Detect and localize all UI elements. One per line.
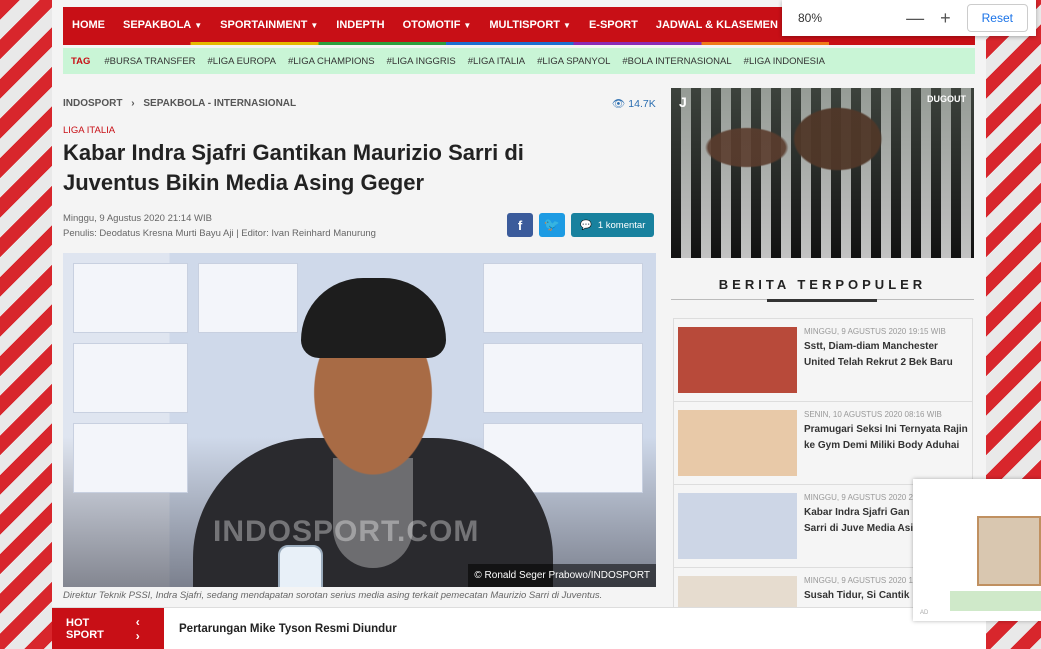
eye-icon: 👁 (612, 98, 626, 110)
twitter-share-button[interactable]: 🐦 (539, 213, 565, 237)
browser-zoom-popup: 80% — + Reset (782, 0, 1036, 36)
zoom-in-button[interactable]: + (940, 8, 951, 29)
popular-news-headline: Pramugari Seksi Ini Ternyata Rajin ke Gy… (804, 424, 968, 451)
article-meta: Minggu, 9 Agustus 2020 21:14 WIB Penulis… (63, 211, 376, 241)
view-count: 👁 14.7K (612, 97, 656, 110)
article-authors: Penulis: Deodatus Kresna Murti Bayu Aji … (63, 228, 376, 239)
tag-link[interactable]: #BURSA TRANSFER (104, 56, 195, 67)
chevron-down-icon: ▼ (563, 20, 571, 30)
sponsor-board (483, 263, 643, 333)
twitter-icon: 🐦 (543, 217, 561, 232)
left-background-pattern (0, 0, 52, 649)
popular-news-date: SENIN, 10 AGUSTUS 2020 08:16 WIB (804, 410, 942, 419)
breadcrumb-section[interactable]: SEPAKBOLA - INTERNASIONAL (143, 98, 296, 109)
popular-news-thumbnail (678, 410, 797, 476)
tag-link[interactable]: #LIGA EUROPA (208, 56, 276, 67)
ad-banner (950, 591, 1041, 611)
photo-caption: Direktur Teknik PSSI, Indra Sjafri, seda… (63, 590, 603, 601)
tag-link[interactable]: #LIGA INDONESIA (744, 56, 825, 67)
hot-sport-label: HOT SPORT ‹ › (52, 608, 164, 649)
zoom-out-button[interactable]: — (906, 8, 924, 29)
nav-item-sepakbola[interactable]: SEPAKBOLA ▼ (123, 19, 202, 31)
nav-item-label: OTOMOTIF (402, 18, 461, 31)
page-wrapper: HOME SEPAKBOLA ▼ SPORTAINMENT ▼ INDEPTH OTOMOT… (52, 0, 986, 649)
zoom-level: 80% (798, 11, 823, 25)
sponsor-board (483, 343, 643, 413)
share-buttons: f 🐦 💬 1 komentar (507, 213, 655, 237)
photo-credit: © Ronald Seger Prabowo/INDOSPORT (468, 564, 656, 587)
hot-sport-bar: HOT SPORT ‹ › Pertarungan Mike Tyson Res… (52, 607, 986, 649)
popular-news-item[interactable]: SENIN, 10 AGUSTUS 2020 08:16 WIB Pramugar… (673, 401, 973, 484)
floating-ad[interactable]: AD (913, 479, 1041, 621)
sponsor-board (73, 263, 188, 333)
popular-news-date: MINGGU, 9 AGUSTUS 2020 19:15 WIB (804, 327, 946, 336)
popular-news-date: MINGGU, 9 AGUSTUS 2020 19 (804, 576, 918, 585)
nav-item-indepth[interactable]: INDEPTH (336, 19, 384, 31)
popular-news-headline: Susah Tidur, Si Cantik (804, 590, 910, 601)
nav-item-home[interactable]: HOME (72, 19, 105, 31)
nav-item-label: INDEPTH (336, 18, 385, 31)
tag-label: TAG (71, 55, 91, 67)
article-title: Kabar Indra Sjafri Gantikan Maurizio Sar… (63, 140, 524, 195)
nav-item-label: JADWAL & KLASEMEN (655, 18, 778, 31)
breadcrumb-separator: › (131, 98, 135, 109)
ad-tag: AD (920, 610, 929, 616)
water-bottle (278, 545, 323, 587)
juventus-logo-icon: J (679, 94, 687, 110)
dugout-logo: DUGOUT (927, 94, 966, 104)
breadcrumb: INDOSPORT › SEPAKBOLA - INTERNASIONAL (63, 98, 302, 109)
tag-link[interactable]: #LIGA CHAMPIONS (288, 56, 375, 67)
photo-overlay (671, 88, 974, 258)
nav-item-e-sport[interactable]: E-SPORT (589, 19, 638, 31)
nav-item-label: MULTISPORT (489, 18, 561, 31)
popular-news-headline: Sstt, Diam-diam Manchester United Telah … (804, 341, 953, 368)
article-category[interactable]: LIGA ITALIA (63, 125, 115, 136)
nav-item-otomotif[interactable]: OTOMOTIF ▼ (403, 19, 472, 31)
ad-image (977, 516, 1041, 586)
tag-link[interactable]: #BOLA INTERNASIONAL (622, 56, 731, 67)
hot-sport-headline[interactable]: Pertarungan Mike Tyson Resmi Diundur (179, 623, 397, 635)
popular-news-text: SENIN, 10 AGUSTUS 2020 08:16 WIB Pramugar… (804, 410, 968, 476)
nav-item-label: E-SPORT (588, 18, 638, 31)
navbar-color-stripe (63, 42, 975, 45)
tag-bar: TAG #BURSA TRANSFER #LIGA EUROPA #LIGA CHA… (63, 48, 975, 74)
popular-news-thumbnail (678, 327, 797, 393)
nav-item-multisport[interactable]: MULTISPORT ▼ (489, 19, 571, 31)
sponsor-board (198, 263, 298, 333)
sponsor-board (73, 423, 188, 493)
facebook-share-button[interactable]: f (507, 213, 533, 237)
breadcrumb-site[interactable]: INDOSPORT (63, 98, 122, 109)
hot-sport-arrows[interactable]: ‹ › (136, 615, 164, 643)
nav-item-label: SEPAKBOLA (123, 18, 192, 31)
zoom-reset-button[interactable]: Reset (966, 4, 1028, 32)
nav-item-label: HOME (72, 18, 105, 31)
article-date: Minggu, 9 Agustus 2020 21:14 WIB (63, 213, 212, 224)
tag-link[interactable]: #LIGA ITALIA (468, 56, 525, 67)
sidebar-video-thumbnail[interactable]: J DUGOUT (671, 88, 974, 258)
photo-watermark: INDOSPORT.COM (213, 515, 480, 548)
chevron-down-icon: ▼ (310, 20, 319, 30)
sponsor-board (73, 343, 188, 413)
chevron-down-icon: ▼ (194, 20, 203, 30)
nav-item-label: SPORTAINMENT (220, 18, 308, 31)
hot-sport-label-text: HOT SPORT (66, 617, 104, 641)
facebook-icon: f (517, 217, 523, 233)
nav-item-sportainment[interactable]: SPORTAINMENT ▼ (220, 19, 318, 31)
article-main-photo: INDOSPORT.COM © Ronald Seger Prabowo/IND… (63, 253, 656, 587)
chevron-down-icon: ▼ (463, 20, 472, 30)
nav-item-jadwal-klasemen[interactable]: JADWAL & KLASEMEN▼ (656, 19, 789, 31)
popular-news-text: MINGGU, 9 AGUSTUS 2020 19:15 WIB Sstt, Di… (804, 327, 968, 393)
comment-button[interactable]: 💬 1 komentar (571, 213, 655, 237)
popular-news-item[interactable]: MINGGU, 9 AGUSTUS 2020 19:15 WIB Sstt, Di… (673, 318, 973, 401)
comment-count: 1 komentar (597, 219, 646, 231)
popular-news-heading: BERITA TERPOPULER (671, 277, 974, 302)
comment-icon: 💬 (580, 219, 592, 231)
popular-news-thumbnail (678, 493, 797, 559)
tag-link[interactable]: #LIGA SPANYOL (537, 56, 610, 67)
tag-link[interactable]: #LIGA INGGRIS (387, 56, 456, 67)
view-count-value: 14.7K (628, 98, 656, 110)
